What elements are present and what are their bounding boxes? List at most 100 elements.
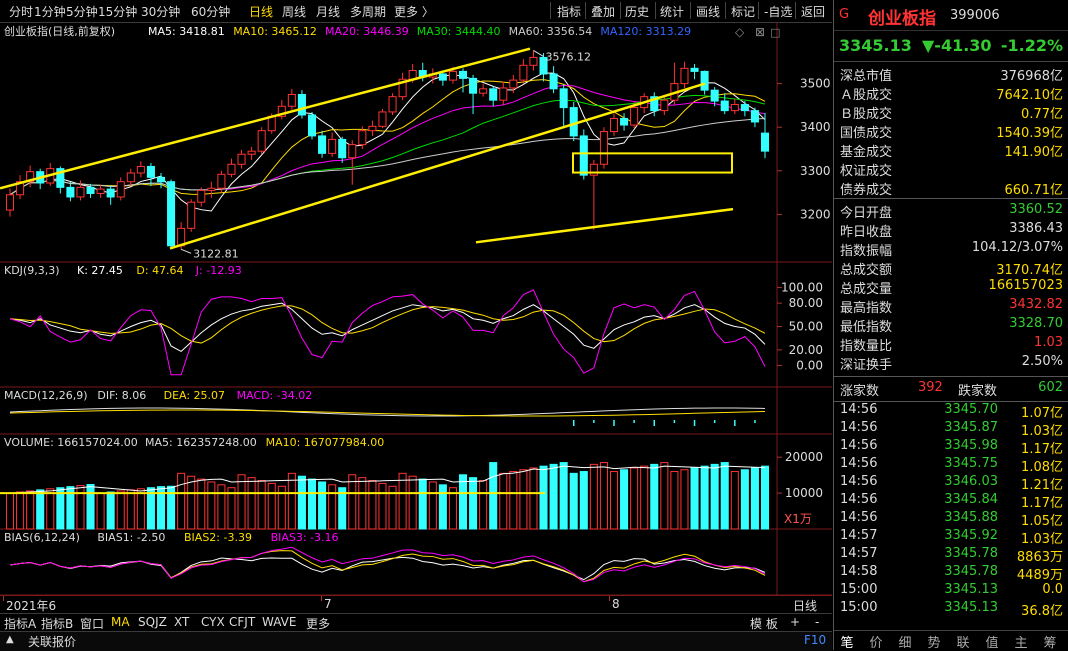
- period-tab-10[interactable]: 更多 〉: [394, 3, 434, 20]
- right-tab-5[interactable]: 值: [979, 632, 1005, 651]
- volume-tick-label: 10000: [785, 486, 823, 500]
- indicator-tab-6[interactable]: CYX: [201, 615, 225, 629]
- x-axis-label: 8: [612, 597, 620, 611]
- candle-body: [187, 201, 196, 229]
- ma-legend-2: MA20: 3446.39: [325, 25, 409, 38]
- volume-unit-label: X1万: [784, 512, 812, 526]
- stat-value: 3360.52: [1009, 202, 1063, 217]
- tick-row: 14:56 3345.70 1.07亿: [834, 401, 1068, 421]
- right-tab-1[interactable]: 价: [863, 632, 889, 651]
- right-tab-0[interactable]: 笔: [834, 632, 860, 651]
- right-tab-4[interactable]: 联: [950, 632, 976, 651]
- tool-button-3[interactable]: 统计: [660, 3, 684, 20]
- indicator-tab-3[interactable]: MA: [111, 615, 130, 629]
- period-tab-0[interactable]: 分时: [9, 3, 33, 20]
- period-tab-9[interactable]: 多周期: [350, 3, 386, 20]
- candle-body: [257, 130, 266, 152]
- zoom-out-button[interactable]: -: [815, 615, 819, 629]
- tick-time: 14:56: [840, 510, 878, 525]
- stat-row: 昨日收盘 3386.43: [834, 220, 1068, 240]
- volume-bar: [26, 490, 35, 530]
- stat-label: 今日开盘: [840, 206, 893, 221]
- tick-row: 15:00 3345.13 0.0: [834, 581, 1068, 599]
- indicator-tab-2[interactable]: 窗口: [80, 615, 104, 632]
- volume-bar: [106, 491, 115, 530]
- volume-bar: [509, 471, 518, 530]
- right-tab-6[interactable]: 主: [1008, 632, 1034, 651]
- zoom-in-button[interactable]: +: [790, 615, 800, 629]
- right-tab-7[interactable]: 筹: [1037, 632, 1063, 651]
- chart-area[interactable]: 3500 3400 3300 3200 3576.12 3122.81 创业板指(日线,前复…: [0, 22, 832, 596]
- toolbar-separator: [690, 2, 691, 19]
- volume-bar: [197, 478, 206, 530]
- candle-body: [66, 186, 75, 198]
- volume-bar: [529, 467, 538, 530]
- volume-bar: [579, 471, 588, 530]
- tool-button-1[interactable]: 叠加: [591, 3, 615, 20]
- tick-volume: 36.8亿: [1021, 604, 1063, 619]
- stat-value: 104.12/3.07%: [971, 240, 1063, 255]
- right-tab-2[interactable]: 细: [892, 632, 918, 651]
- indicator-tab-5[interactable]: XT: [174, 615, 189, 629]
- expand-arrow-icon[interactable]: ▲: [6, 634, 14, 645]
- period-tab-6[interactable]: 日线: [249, 3, 273, 20]
- indicator-tab-4[interactable]: SQJZ: [138, 615, 167, 629]
- tick-row: 14:56 3345.84 1.17亿: [834, 491, 1068, 511]
- indicator-tab-9[interactable]: 更多: [306, 615, 330, 632]
- volume-bar: [700, 465, 709, 530]
- volume-bar: [730, 471, 739, 530]
- stat-label: 深总市值: [840, 69, 893, 84]
- indicator-tab-8[interactable]: WAVE: [262, 615, 296, 629]
- stat-label: 昨日收盘: [840, 225, 893, 240]
- stat-row: 指数量比 1.03: [834, 334, 1068, 354]
- ma-legend-0: MA5: 3418.81: [148, 25, 225, 38]
- tool-button-0[interactable]: 指标: [557, 3, 581, 20]
- chart-svg[interactable]: 3500 3400 3300 3200 3576.12 3122.81 创业板指(日线,前复…: [0, 22, 832, 596]
- trend-line-upper: [0, 47, 531, 190]
- tool-button-6[interactable]: -自选: [764, 3, 792, 20]
- kdj-tick-label: 50.00: [789, 320, 823, 334]
- volume-bar: [720, 462, 729, 530]
- window-icon: ⊠: [755, 25, 765, 39]
- period-tab-3[interactable]: 15分钟: [98, 3, 137, 20]
- period-tab-1[interactable]: 1分钟: [34, 3, 66, 20]
- quote-report-link[interactable]: 关联报价: [28, 633, 76, 650]
- tool-button-5[interactable]: 标记: [731, 3, 755, 20]
- volume-bar: [237, 474, 246, 530]
- candle-body: [750, 110, 759, 123]
- volume-bar: [187, 475, 196, 530]
- period-tab-8[interactable]: 月线: [316, 3, 340, 20]
- period-tab-2[interactable]: 5分钟: [66, 3, 98, 20]
- indicator-tab-7[interactable]: CFJT: [229, 615, 255, 629]
- volume-bar: [640, 465, 649, 530]
- period-tab-4[interactable]: 30分钟: [141, 3, 180, 20]
- price-tick-label: 3300: [800, 164, 831, 178]
- volume-bar: [599, 462, 608, 530]
- right-tab-3[interactable]: 势: [921, 632, 947, 651]
- candle-body: [328, 138, 337, 154]
- stat-label: 总成交额: [840, 263, 893, 278]
- stat-row: 总成交额 3170.74亿: [834, 258, 1068, 278]
- tool-button-2[interactable]: 历史: [625, 3, 649, 20]
- candle-body: [146, 165, 155, 178]
- indicator-tab-1[interactable]: 指标B: [41, 615, 73, 632]
- template-button[interactable]: 模 板: [750, 615, 778, 632]
- volume-bar: [368, 480, 377, 530]
- volume-bar: [36, 489, 45, 530]
- candle-body: [760, 132, 770, 152]
- quote-panel: G 创业板指 399006 3345.13 ▼-41.30 -1.22% 深总市…: [833, 0, 1068, 651]
- tick-time: 14:56: [840, 492, 878, 507]
- candle-body: [680, 67, 689, 85]
- stat-value: 141.90亿: [1004, 145, 1064, 160]
- indicator-tab-0[interactable]: 指标A: [4, 615, 36, 632]
- tick-row: 15:00 3345.13 36.8亿: [834, 599, 1068, 619]
- tool-button-7[interactable]: 返回: [801, 3, 825, 20]
- macd-legend-title: MACD(12,26,9): [4, 389, 88, 402]
- ma-legend-4: MA60: 3356.54: [509, 25, 593, 38]
- tool-button-4[interactable]: 画线: [696, 3, 720, 20]
- period-tab-5[interactable]: 60分钟: [191, 3, 230, 20]
- f10-button[interactable]: F10: [804, 633, 826, 647]
- stat-value: 3170.74亿: [996, 263, 1063, 278]
- period-tab-7[interactable]: 周线: [282, 3, 306, 20]
- candle-body: [126, 172, 135, 183]
